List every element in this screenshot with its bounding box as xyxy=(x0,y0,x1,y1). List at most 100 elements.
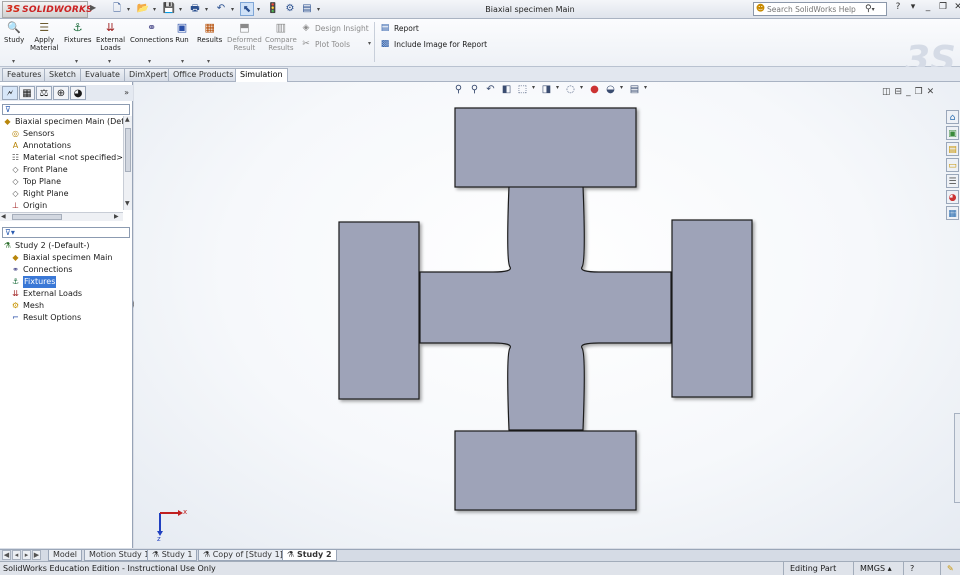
tab-study-2[interactable]: ⚗ Study 2 xyxy=(282,550,337,561)
solidworks-logo[interactable]: 3S SOLIDWORKS xyxy=(2,1,93,18)
tab-simulation[interactable]: Simulation xyxy=(235,68,288,82)
first-tab-icon[interactable]: ◀ xyxy=(2,550,11,560)
study-tree-node[interactable]: ⚙ Mesh xyxy=(0,300,124,312)
tab-evaluate[interactable]: Evaluate xyxy=(80,68,125,81)
feature-tree-node[interactable]: ◇ Top Plane xyxy=(0,176,124,188)
apply-material-button[interactable]: ☰ Apply Material xyxy=(30,21,58,52)
new-dropdown-icon[interactable]: ▾ xyxy=(127,6,133,13)
tab-dimxpert[interactable]: DimXpert xyxy=(124,68,173,81)
feature-tree-horizontal-scrollbar[interactable]: ◀ ▶ xyxy=(0,212,123,221)
tab-features[interactable]: Features xyxy=(2,68,47,81)
feature-tree-filter[interactable]: ⊽ xyxy=(2,104,130,115)
study-tree-node[interactable]: ⚓ Fixtures xyxy=(0,276,124,288)
tab-study-1[interactable]: ⚗ Study 1 xyxy=(147,550,198,561)
tab-copy-of-study-1[interactable]: ⚗ Copy of [Study 1] xyxy=(198,550,288,561)
study-tree-node[interactable]: ⚗ Study 2 (-Default-) xyxy=(0,240,124,252)
scroll-up-icon[interactable]: ▲ xyxy=(125,116,130,123)
design-library-icon[interactable]: ▣ xyxy=(946,126,959,140)
help-search-box[interactable]: ☻ ⚲▾ xyxy=(753,2,887,16)
prev-tab-icon[interactable]: ◂ xyxy=(12,550,21,560)
connections-dropdown-icon[interactable]: ▾ xyxy=(148,58,151,65)
left-grip[interactable] xyxy=(338,221,420,400)
plot-tools-button[interactable]: ✂ Plot Tools xyxy=(300,39,350,49)
feature-tree-node[interactable]: ⊥ Origin xyxy=(0,200,124,212)
property-manager-tab-icon[interactable]: ▦ xyxy=(19,86,35,100)
open-dropdown-icon[interactable]: ▾ xyxy=(153,6,159,13)
undo-icon[interactable]: ↶ xyxy=(214,2,228,16)
results-button[interactable]: ▦ Results xyxy=(197,21,222,44)
feature-tree-node[interactable]: ◇ Right Plane xyxy=(0,188,124,200)
units-dropdown-icon[interactable]: ▴ xyxy=(888,564,892,573)
scroll-right-icon[interactable]: ▶ xyxy=(114,213,119,220)
tab-motion-study-1[interactable]: Motion Study 1 xyxy=(84,550,155,561)
fixtures-button[interactable]: ⚓ Fixtures xyxy=(64,21,91,44)
select-dropdown-icon[interactable]: ▾ xyxy=(257,6,263,13)
minimize-icon[interactable]: _ xyxy=(922,2,934,12)
help-search-input[interactable] xyxy=(767,4,863,14)
search-pane-icon[interactable]: ▭ xyxy=(946,158,959,172)
vertical-scroll-thumb[interactable] xyxy=(125,128,131,172)
options-icon[interactable]: ⚙ xyxy=(283,2,297,16)
bottom-grip[interactable] xyxy=(454,430,637,511)
solidworks-resources-icon[interactable]: ⌂ xyxy=(946,110,959,124)
units-selector[interactable]: MMGS ▴ xyxy=(853,562,903,575)
display-manager-tab-icon[interactable]: ◕ xyxy=(70,86,86,100)
select-pointer-icon[interactable]: ⬉ xyxy=(240,2,254,16)
feature-tree-tab-icon[interactable]: 🗲 xyxy=(2,86,18,100)
dimxpert-manager-tab-icon[interactable]: ⊕ xyxy=(53,86,69,100)
new-document-icon[interactable]: 🗋 xyxy=(110,2,124,16)
report-button[interactable]: ▤ Report xyxy=(379,23,419,33)
feature-tree-node[interactable]: ◇ Front Plane xyxy=(0,164,124,176)
study-tree-node[interactable]: ⇊ External Loads xyxy=(0,288,124,300)
quick-tips-icon[interactable]: ? xyxy=(910,564,914,573)
specimen-cross-body[interactable] xyxy=(419,185,672,431)
open-folder-icon[interactable]: 📂 xyxy=(136,2,150,16)
logo-menu-arrow-icon[interactable]: ▶ xyxy=(90,3,96,12)
view-palette-icon[interactable]: ☰ xyxy=(946,174,959,188)
tab-sketch[interactable]: Sketch xyxy=(44,68,81,81)
study-tree-node[interactable]: ◆ Biaxial specimen Main xyxy=(0,252,124,264)
side-panel-tab[interactable] xyxy=(954,413,960,503)
external-loads-dropdown-icon[interactable]: ▾ xyxy=(108,58,111,65)
tab-office-products[interactable]: Office Products xyxy=(168,68,239,81)
feature-tree-node[interactable]: A Annotations xyxy=(0,140,124,152)
scroll-down-icon[interactable]: ▼ xyxy=(125,200,130,207)
close-icon[interactable]: ✕ xyxy=(952,2,960,12)
external-loads-button[interactable]: ⇊ External Loads xyxy=(96,21,125,52)
graphics-area[interactable]: ⚲ ⚲ ↶ ◧ ⬚▾ ◨▾ ◌▾ ● ◒▾ ▤▾ ◫ ⊟ _ ❐ ✕ xyxy=(134,82,960,548)
restore-icon[interactable]: ❐ xyxy=(937,2,949,12)
save-dropdown-icon[interactable]: ▾ xyxy=(179,6,185,13)
plot-tools-dropdown-icon[interactable]: ▾ xyxy=(368,40,371,47)
tab-model[interactable]: Model xyxy=(48,550,83,561)
include-image-button[interactable]: ▩ Include Image for Report xyxy=(379,39,487,49)
status-pencil[interactable]: ✎ xyxy=(940,562,960,575)
fixtures-dropdown-icon[interactable]: ▾ xyxy=(75,58,78,65)
next-tab-icon[interactable]: ▸ xyxy=(22,550,31,560)
study-tree-node[interactable]: ⚭ Connections xyxy=(0,264,124,276)
custom-properties-icon[interactable]: ▦ xyxy=(946,206,959,220)
connections-button[interactable]: ⚭ Connections xyxy=(130,21,173,44)
horizontal-scroll-thumb[interactable] xyxy=(12,214,62,220)
properties-dropdown-icon[interactable]: ▾ xyxy=(317,6,323,13)
study-button[interactable]: 🔍 Study xyxy=(4,21,24,44)
run-dropdown-icon[interactable]: ▾ xyxy=(181,58,184,65)
rebuild-icon[interactable]: 🚦 xyxy=(266,2,280,16)
edit-pencil-icon[interactable]: ✎ xyxy=(947,564,954,573)
help-dropdown-icon[interactable]: ▾ xyxy=(907,2,919,12)
study-dropdown-icon[interactable]: ▾ xyxy=(12,58,15,65)
status-help[interactable]: ? xyxy=(903,562,933,575)
search-magnifier-icon[interactable]: ⚲ xyxy=(865,4,872,14)
appearances-icon[interactable]: ◕ xyxy=(946,190,959,204)
feature-tree-node[interactable]: ◆ Biaxial specimen Main (Def xyxy=(0,116,124,128)
feature-tree-node[interactable]: ☷ Material <not specified> xyxy=(0,152,124,164)
last-tab-icon[interactable]: ▶ xyxy=(32,550,41,560)
run-button[interactable]: ▣ Run xyxy=(175,21,189,44)
help-icon[interactable]: ? xyxy=(892,2,904,12)
feature-tree-node[interactable]: ◎ Sensors xyxy=(0,128,124,140)
save-icon[interactable]: 💾 xyxy=(162,2,176,16)
top-grip[interactable] xyxy=(454,107,637,188)
scroll-left-icon[interactable]: ◀ xyxy=(1,213,6,220)
search-dropdown-icon[interactable]: ▾ xyxy=(872,6,878,13)
print-icon[interactable]: 🖶 xyxy=(188,2,202,16)
deformed-result-button[interactable]: ⬒ Deformed Result xyxy=(227,21,262,52)
